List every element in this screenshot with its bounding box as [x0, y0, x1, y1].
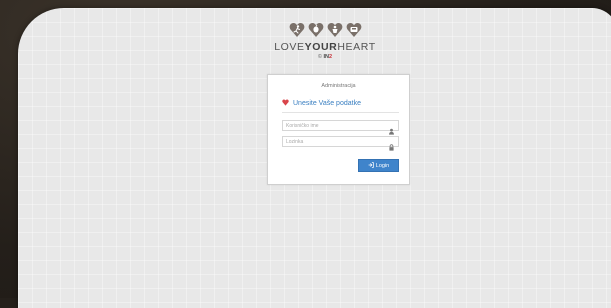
brand-company: © IN2	[266, 54, 384, 60]
password-input[interactable]	[283, 137, 386, 146]
user-icon	[388, 122, 395, 135]
wordmark-love: LOVE	[274, 41, 305, 53]
login-button-label: Login	[375, 162, 390, 169]
username-field[interactable]	[282, 120, 399, 135]
section-title: Administracija	[321, 83, 356, 89]
heading-divider	[282, 112, 399, 113]
copyright-symbol: ©	[317, 54, 322, 60]
lock-icon	[388, 138, 395, 151]
heart-scale-icon	[346, 22, 362, 38]
company-suffix: 2	[329, 54, 333, 60]
heart-apple-icon	[308, 22, 324, 38]
main-panel: LOVEYOURHEART © IN2 Administracija Unesi…	[18, 8, 611, 308]
heart-runner-icon	[289, 22, 305, 38]
window-background: LOVEYOURHEART © IN2 Administracija Unesi…	[0, 0, 611, 308]
password-field[interactable]	[282, 136, 399, 151]
login-card: Administracija Unesite Vaše podatke Kori…	[267, 74, 410, 185]
sign-in-icon	[368, 161, 374, 170]
brand-wordmark: LOVEYOURHEART	[266, 41, 384, 53]
wordmark-your: YOUR	[304, 41, 338, 53]
logo-hearts	[266, 22, 384, 39]
heart-icon	[282, 99, 289, 108]
login-button[interactable]: Login	[358, 159, 399, 172]
brand-logo: LOVEYOURHEART © IN2	[266, 22, 384, 60]
login-heading: Unesite Vaše podatke	[282, 99, 361, 108]
wordmark-heart: HEART	[337, 41, 376, 53]
login-heading-text: Unesite Vaše podatke	[293, 100, 361, 107]
username-input[interactable]	[283, 121, 386, 130]
heart-doctor-icon	[327, 22, 343, 38]
